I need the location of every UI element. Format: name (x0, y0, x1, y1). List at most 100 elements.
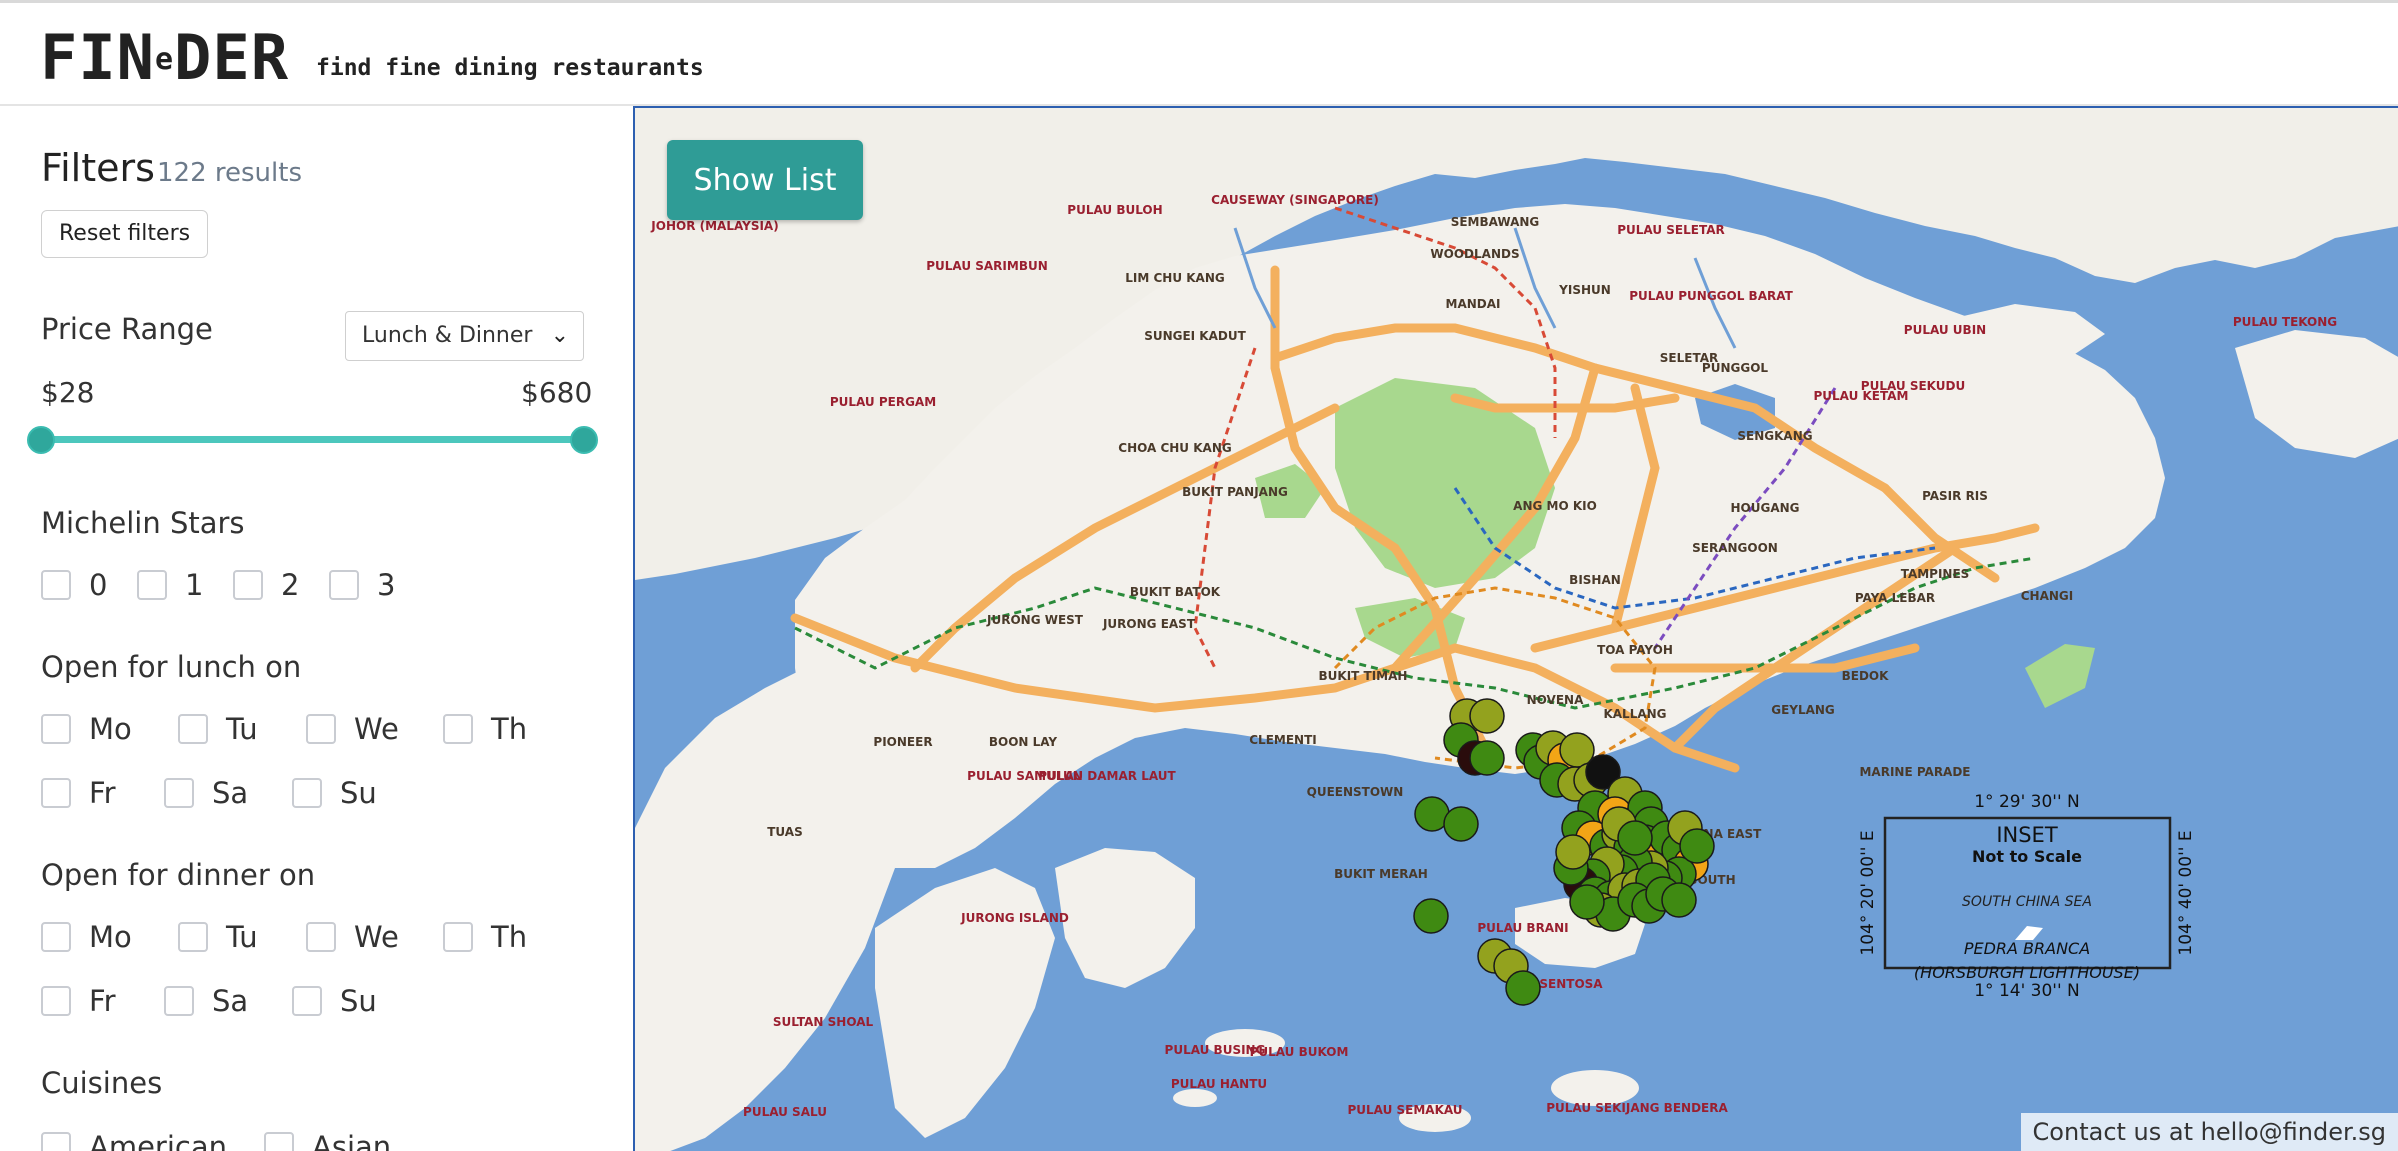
checkbox[interactable] (264, 1132, 294, 1151)
checkbox[interactable] (41, 714, 71, 744)
checkbox[interactable] (41, 922, 71, 952)
restaurant-marker[interactable] (1469, 698, 1505, 734)
map-label: JURONG ISLAND (960, 911, 1069, 925)
map-label: BUKIT MERAH (1334, 867, 1428, 881)
restaurant-marker[interactable] (1413, 898, 1449, 934)
map-label: PULAU SARIMBUN (926, 259, 1048, 273)
map-label: LIM CHU KANG (1125, 271, 1224, 285)
checkbox[interactable] (178, 714, 208, 744)
price-max-label: $680 (521, 376, 593, 409)
map-label: BUKIT TIMAH (1319, 669, 1408, 683)
inset-lon-left: 104° 20' 00'' E (1858, 830, 1878, 955)
map-label: BISHAN (1569, 573, 1621, 587)
checkbox[interactable] (443, 714, 473, 744)
map-label: WOODLANDS (1430, 247, 1519, 261)
map-label: PULAU SEKUDU (1861, 379, 1965, 393)
filters-sidebar: Filters 122 results Reset filters Price … (0, 106, 633, 1151)
checkbox[interactable] (41, 570, 71, 600)
checkbox[interactable] (164, 986, 194, 1016)
map-label: PULAU BRANI (1477, 921, 1568, 935)
inset-title: INSET (1996, 823, 2058, 847)
meal-select[interactable]: Lunch & Dinner ⌄ (345, 311, 584, 361)
map-label: PASIR RIS (1922, 489, 1988, 503)
restaurant-marker[interactable] (1617, 820, 1653, 856)
michelin-stars-label: Michelin Stars (41, 506, 245, 540)
map-label: PULAU UBIN (1904, 323, 1986, 337)
show-list-button[interactable]: Show List (667, 140, 863, 220)
map-label: CHOA CHU KANG (1118, 441, 1231, 455)
checkbox[interactable] (178, 922, 208, 952)
map-label: BUKIT PANJANG (1182, 485, 1288, 499)
map-panel[interactable]: INSET Not to Scale SOUTH CHINA SEA PEDRA… (633, 106, 2398, 1151)
restaurant-marker[interactable] (1505, 970, 1541, 1006)
logo[interactable]: FINeDER (40, 21, 289, 94)
meal-select-value: Lunch & Dinner (362, 323, 533, 348)
map-label: CHANGI (2021, 589, 2074, 603)
checkbox[interactable] (443, 922, 473, 952)
map-label: MARINE PARADE (1859, 765, 1970, 779)
map-label: SERANGOON (1692, 541, 1778, 555)
map-label: HOUGANG (1730, 501, 1799, 515)
restaurant-marker[interactable] (1555, 834, 1591, 870)
checkbox[interactable] (306, 922, 336, 952)
map-label: CAUSEWAY (SINGAPORE) (1211, 193, 1379, 207)
price-slider-track[interactable] (41, 436, 585, 443)
restaurant-marker[interactable] (1443, 806, 1479, 842)
results-count: 122 results (157, 158, 302, 188)
map-label: BOON LAY (989, 735, 1058, 749)
map-label: TAMPINES (1901, 567, 1970, 581)
checkbox[interactable] (292, 986, 322, 1016)
contact-link[interactable]: Contact us at hello@finder.sg (2020, 1113, 2398, 1151)
map-label: PIONEER (873, 735, 932, 749)
checkbox[interactable] (306, 714, 336, 744)
map-label: SUNGEI KADUT (1144, 329, 1246, 343)
map-label: JURONG WEST (986, 613, 1084, 627)
map-label: YISHUN (1558, 283, 1611, 297)
map-label: PAYA LEBAR (1855, 591, 1935, 605)
map-label: SENGKANG (1737, 429, 1812, 443)
map-label: JOHOR (MALAYSIA) (650, 219, 778, 233)
inset-place-1: PEDRA BRANCA (1964, 939, 2090, 958)
map-label: SULTAN SHOAL (773, 1015, 874, 1029)
checkbox[interactable] (164, 778, 194, 808)
map-label: TOA PAYOH (1597, 643, 1673, 657)
map-label: PULAU PUNGGOL BARAT (1629, 289, 1793, 303)
checkbox[interactable] (41, 1132, 71, 1151)
map-label: PULAU HANTU (1171, 1077, 1267, 1091)
price-slider-min-handle[interactable] (27, 426, 55, 454)
reset-filters-button[interactable]: Reset filters (41, 210, 209, 258)
map-label: BUKIT BATOK (1130, 585, 1221, 599)
map-label: PULAU DAMAR LAUT (1038, 769, 1176, 783)
checkbox[interactable] (41, 986, 71, 1016)
filters-title: Filters (41, 146, 155, 190)
checkbox[interactable] (329, 570, 359, 600)
checkbox[interactable] (233, 570, 263, 600)
map-label: PULAU SEKIJANG BENDERA (1546, 1101, 1728, 1115)
restaurant-marker[interactable] (1469, 740, 1505, 776)
inset-sea: SOUTH CHINA SEA (1962, 894, 2092, 910)
map-label: MANDAI (1446, 297, 1501, 311)
map-label: TUAS (767, 825, 803, 839)
checkbox[interactable] (137, 570, 167, 600)
restaurant-marker[interactable] (1661, 882, 1697, 918)
map-label: SEMBAWANG (1451, 215, 1540, 229)
map-label: PULAU SELETAR (1617, 223, 1725, 237)
map-label: PUNGGOL (1702, 361, 1768, 375)
map-label: SENTOSA (1539, 977, 1603, 991)
price-slider-max-handle[interactable] (570, 426, 598, 454)
map-label: PULAU BULOH (1067, 203, 1162, 217)
map-label: CLEMENTI (1249, 733, 1316, 747)
restaurant-marker[interactable] (1679, 828, 1715, 864)
singapore-map[interactable]: INSET Not to Scale SOUTH CHINA SEA PEDRA… (635, 108, 2398, 1151)
map-label: NOVENA (1527, 693, 1584, 707)
map-label: KALLANG (1603, 707, 1666, 721)
map-label: ANG MO KIO (1513, 499, 1597, 513)
checkbox[interactable] (41, 778, 71, 808)
checkbox[interactable] (292, 778, 322, 808)
map-label: PULAU TEKONG (2233, 315, 2337, 329)
map-label: PULAU SEMAKAU (1347, 1103, 1462, 1117)
pulau-hantu (1173, 1089, 1217, 1107)
restaurant-marker[interactable] (1569, 884, 1605, 920)
tagline: find fine dining restaurants (316, 55, 704, 81)
map-label: JURONG EAST (1102, 617, 1196, 631)
